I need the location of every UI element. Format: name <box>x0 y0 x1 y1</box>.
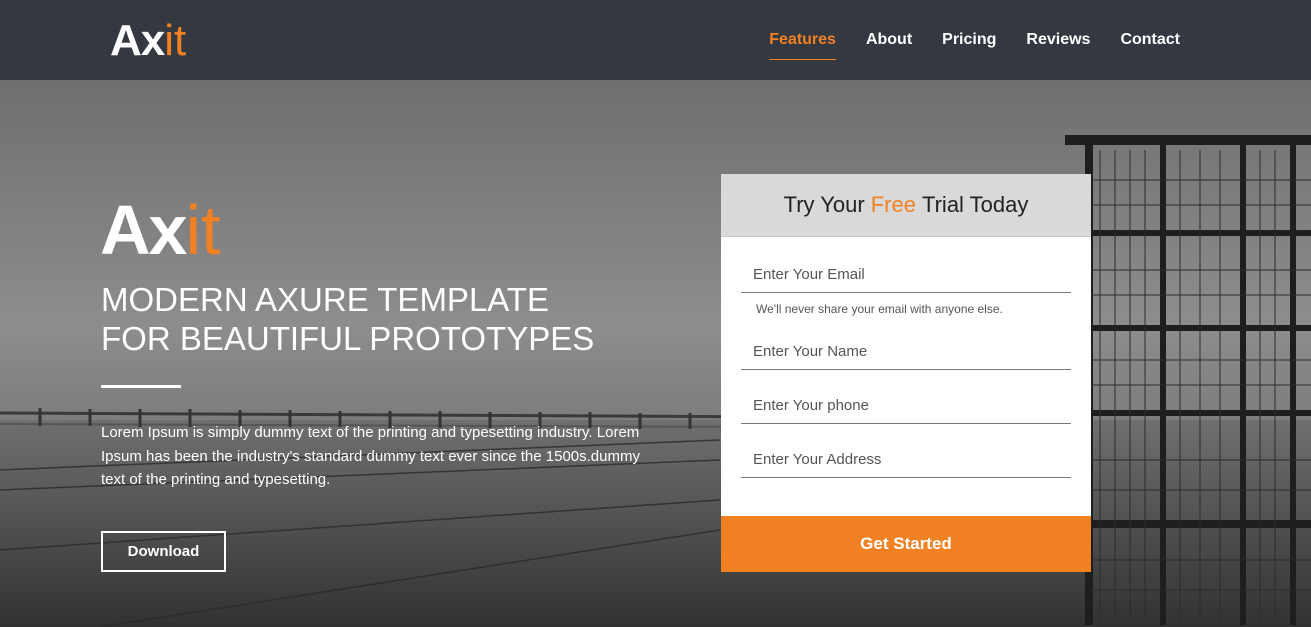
brand-logo[interactable]: Axit <box>110 17 186 65</box>
title-highlight: Free <box>870 192 916 217</box>
email-field[interactable]: Enter Your Email <box>741 257 1071 293</box>
top-navbar: Axit Features About Pricing Reviews Cont… <box>0 0 1311 80</box>
hero-section: Axit MODERN AXURE TEMPLATE FOR BEAUTIFUL… <box>0 80 1311 627</box>
title-suffix: Trial Today <box>921 192 1029 217</box>
hero-headline: MODERN AXURE TEMPLATE FOR BEAUTIFUL PROT… <box>101 280 594 358</box>
nav-pricing[interactable]: Pricing <box>942 30 996 60</box>
logo-text-main: Ax <box>110 16 165 65</box>
download-button[interactable]: Download <box>101 531 226 572</box>
name-field[interactable]: Enter Your Name <box>741 334 1071 370</box>
headline-line-1: MODERN AXURE TEMPLATE <box>101 281 550 318</box>
hero-logo: Axit <box>100 192 220 268</box>
hero-logo-main: Ax <box>100 191 187 269</box>
get-started-button[interactable]: Get Started <box>721 516 1091 572</box>
hero-logo-accent: it <box>185 191 221 269</box>
nav-reviews[interactable]: Reviews <box>1026 30 1090 60</box>
address-field[interactable]: Enter Your Address <box>741 442 1071 478</box>
hero-description: Lorem Ipsum is simply dummy text of the … <box>101 424 640 488</box>
headline-divider <box>101 385 181 388</box>
email-hint: We'll never share your email with anyone… <box>756 302 1003 316</box>
nav-about[interactable]: About <box>866 30 912 60</box>
nav-features[interactable]: Features <box>769 30 836 60</box>
logo-text-accent: it <box>164 16 187 65</box>
trial-card-title: Try Your Free Trial Today <box>721 174 1091 237</box>
title-prefix: Try Your <box>783 192 865 217</box>
phone-field[interactable]: Enter Your phone <box>741 388 1071 424</box>
main-nav: Features About Pricing Reviews Contact <box>769 30 1180 60</box>
nav-contact[interactable]: Contact <box>1120 30 1180 60</box>
trial-signup-card: Try Your Free Trial Today Enter Your Ema… <box>721 174 1091 572</box>
headline-line-2: FOR BEAUTIFUL PROTOTYPES <box>101 320 595 357</box>
